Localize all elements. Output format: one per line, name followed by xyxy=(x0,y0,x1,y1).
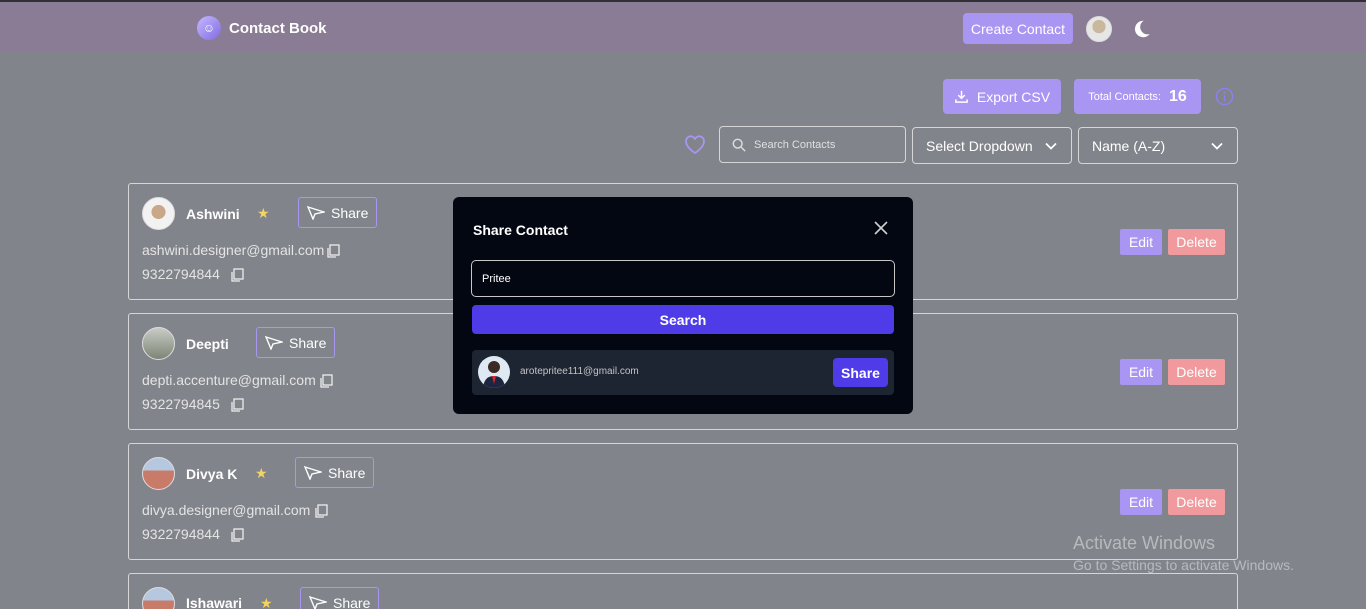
contact-name: Divya K xyxy=(186,466,238,482)
result-share-button[interactable]: Share xyxy=(833,358,888,387)
export-csv-button[interactable]: Export CSV xyxy=(943,79,1061,114)
contact-book-logo-icon: ☺ xyxy=(197,16,221,40)
contact-avatar xyxy=(142,457,175,490)
share-button[interactable]: Share xyxy=(256,327,336,358)
delete-button[interactable]: Delete xyxy=(1168,229,1225,255)
share-search-input[interactable] xyxy=(471,260,895,297)
send-icon xyxy=(309,595,327,609)
contact-card: Ishawari ★ Share xyxy=(128,573,1238,609)
edit-button[interactable]: Edit xyxy=(1120,229,1162,255)
filter-dropdown-value: Select Dropdown xyxy=(926,137,1033,154)
copy-icon[interactable] xyxy=(230,398,244,412)
activate-windows-watermark: Activate Windows Go to Settings to activ… xyxy=(1073,533,1294,573)
total-contacts-count: 16 xyxy=(1168,87,1187,105)
contact-name: Ashwini xyxy=(186,206,240,222)
close-icon[interactable] xyxy=(874,221,888,235)
search-icon xyxy=(732,138,746,152)
copy-icon[interactable] xyxy=(230,268,244,282)
send-icon xyxy=(304,465,322,480)
result-avatar xyxy=(478,356,510,388)
contact-email: divya.designer@gmail.com xyxy=(142,502,311,518)
copy-icon[interactable] xyxy=(319,374,333,388)
contact-phone: 9322794844 xyxy=(142,266,220,282)
favorites-heart-icon[interactable] xyxy=(683,133,707,155)
share-label: Share xyxy=(328,464,366,481)
send-icon xyxy=(265,335,283,350)
search-contacts[interactable] xyxy=(719,126,906,163)
person-icon xyxy=(483,361,505,388)
brand[interactable]: ☺ Contact Book xyxy=(197,16,327,40)
total-contacts-badge: Total Contacts: 16 xyxy=(1074,79,1201,114)
watermark-line2: Go to Settings to activate Windows. xyxy=(1073,557,1294,573)
contact-phone: 9322794845 xyxy=(142,396,220,412)
info-icon[interactable] xyxy=(1215,87,1234,106)
contact-name: Ishawari xyxy=(186,595,243,609)
edit-button[interactable]: Edit xyxy=(1120,359,1162,385)
copy-icon[interactable] xyxy=(230,528,244,542)
contact-phone: 9322794844 xyxy=(142,526,220,542)
watermark-line1: Activate Windows xyxy=(1073,533,1216,553)
search-result-item: arotepritee111@gmail.com Share xyxy=(472,350,894,395)
filter-dropdown[interactable]: Select Dropdown xyxy=(912,127,1072,164)
share-label: Share xyxy=(333,594,371,609)
copy-icon[interactable] xyxy=(326,244,340,258)
user-avatar[interactable] xyxy=(1086,16,1112,42)
share-button[interactable]: Share xyxy=(295,457,375,488)
chevron-down-icon xyxy=(1211,142,1223,150)
contact-email: depti.accenture@gmail.com xyxy=(142,372,316,388)
share-button[interactable]: Share xyxy=(300,587,380,609)
download-icon xyxy=(955,90,968,103)
share-label: Share xyxy=(331,204,369,221)
delete-button[interactable]: Delete xyxy=(1168,359,1225,385)
contact-avatar xyxy=(142,197,175,230)
share-button[interactable]: Share xyxy=(298,197,378,228)
export-csv-label: Export CSV xyxy=(976,88,1051,105)
star-icon[interactable]: ★ xyxy=(257,205,270,222)
edit-button[interactable]: Edit xyxy=(1120,489,1162,515)
send-icon xyxy=(307,205,325,220)
create-contact-button[interactable]: Create Contact xyxy=(963,13,1073,44)
top-navbar: ☺ Contact Book Create Contact xyxy=(0,0,1366,52)
moon-icon[interactable] xyxy=(1130,18,1152,40)
share-contact-modal: Share Contact Search arotepritee111@gmai… xyxy=(453,197,913,414)
modal-title: Share Contact xyxy=(473,222,568,238)
copy-icon[interactable] xyxy=(314,504,328,518)
contact-name: Deepti xyxy=(186,336,229,352)
star-icon[interactable]: ★ xyxy=(255,465,268,482)
search-contacts-input[interactable] xyxy=(754,138,894,151)
contact-avatar xyxy=(142,587,175,609)
contact-card: Divya K ★ Share divya.designer@gmail.com… xyxy=(128,443,1238,560)
sort-dropdown[interactable]: Name (A-Z) xyxy=(1078,127,1238,164)
contact-avatar xyxy=(142,327,175,360)
share-label: Share xyxy=(289,334,327,351)
sort-dropdown-value: Name (A-Z) xyxy=(1092,137,1166,154)
result-email: arotepritee111@gmail.com xyxy=(520,366,639,377)
search-button[interactable]: Search xyxy=(472,305,894,334)
star-icon[interactable]: ★ xyxy=(260,595,273,609)
contact-email: ashwini.designer@gmail.com xyxy=(142,242,325,258)
app-title: Contact Book xyxy=(229,19,327,37)
delete-button[interactable]: Delete xyxy=(1168,489,1225,515)
total-contacts-label: Total Contacts: xyxy=(1088,90,1161,103)
chevron-down-icon xyxy=(1045,142,1057,150)
